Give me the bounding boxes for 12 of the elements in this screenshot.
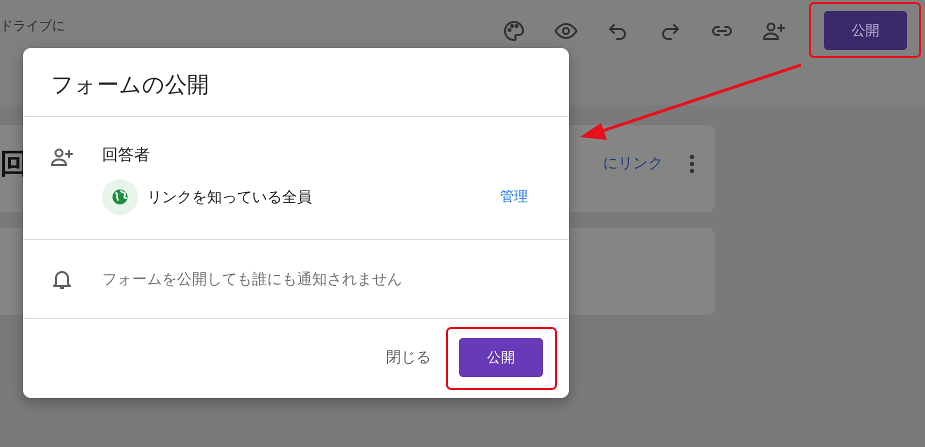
notice-text: フォームを公開しても誰にも通知されません [102,270,402,288]
respondents-heading: 回答者 [102,145,151,166]
more-icon[interactable] [689,154,695,174]
dialog-title: フォームの公開 [50,72,210,100]
close-button[interactable]: 閉じる [380,347,437,368]
publish-button[interactable]: 公開 [459,338,543,377]
palette-icon[interactable] [502,18,526,42]
manage-link[interactable]: 管理 [494,187,534,207]
breadcrumb-text: ドライブに [0,18,65,35]
access-label: リンクを知っている全員 [147,188,312,206]
globe-icon [102,179,138,215]
publish-button[interactable]: 公開 [824,11,907,50]
